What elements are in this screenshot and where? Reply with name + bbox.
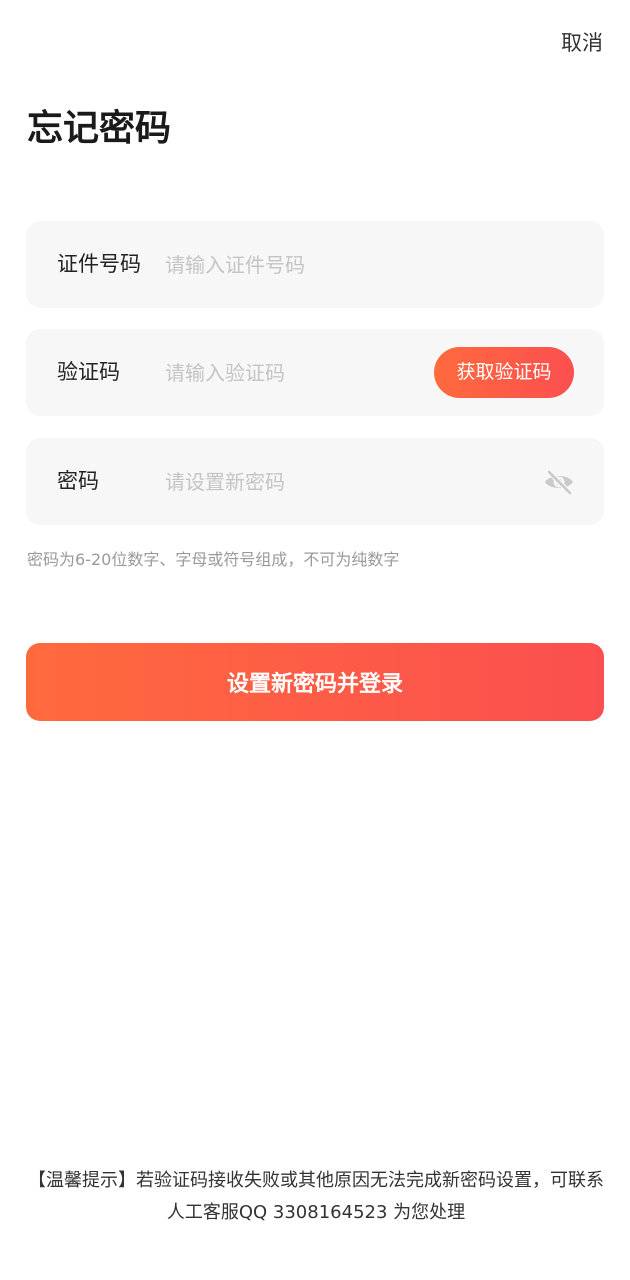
get-code-button[interactable]: 获取验证码	[434, 347, 574, 398]
password-label: 密码	[57, 469, 99, 493]
reset-and-login-button[interactable]: 设置新密码并登录	[26, 643, 604, 721]
page-title: 忘记密码	[27, 108, 172, 149]
password-field: 密码	[26, 438, 604, 525]
id-number-field: 证件号码	[26, 221, 604, 308]
password-input[interactable]	[165, 462, 425, 502]
support-tip: 【温馨提示】若验证码接收失败或其他原因无法完成新密码设置，可联系人工客服QQ 3…	[28, 1170, 604, 1223]
id-number-input[interactable]	[165, 245, 525, 285]
verification-code-input[interactable]	[165, 353, 425, 393]
cancel-button[interactable]: 取消	[561, 28, 603, 58]
verification-code-label: 验证码	[57, 360, 120, 384]
id-number-label: 证件号码	[57, 252, 141, 276]
password-rule-hint: 密码为6-20位数字、字母或符号组成，不可为纯数字	[27, 550, 400, 569]
eye-off-icon[interactable]	[542, 465, 576, 499]
verification-code-field: 验证码 获取验证码	[26, 329, 604, 416]
